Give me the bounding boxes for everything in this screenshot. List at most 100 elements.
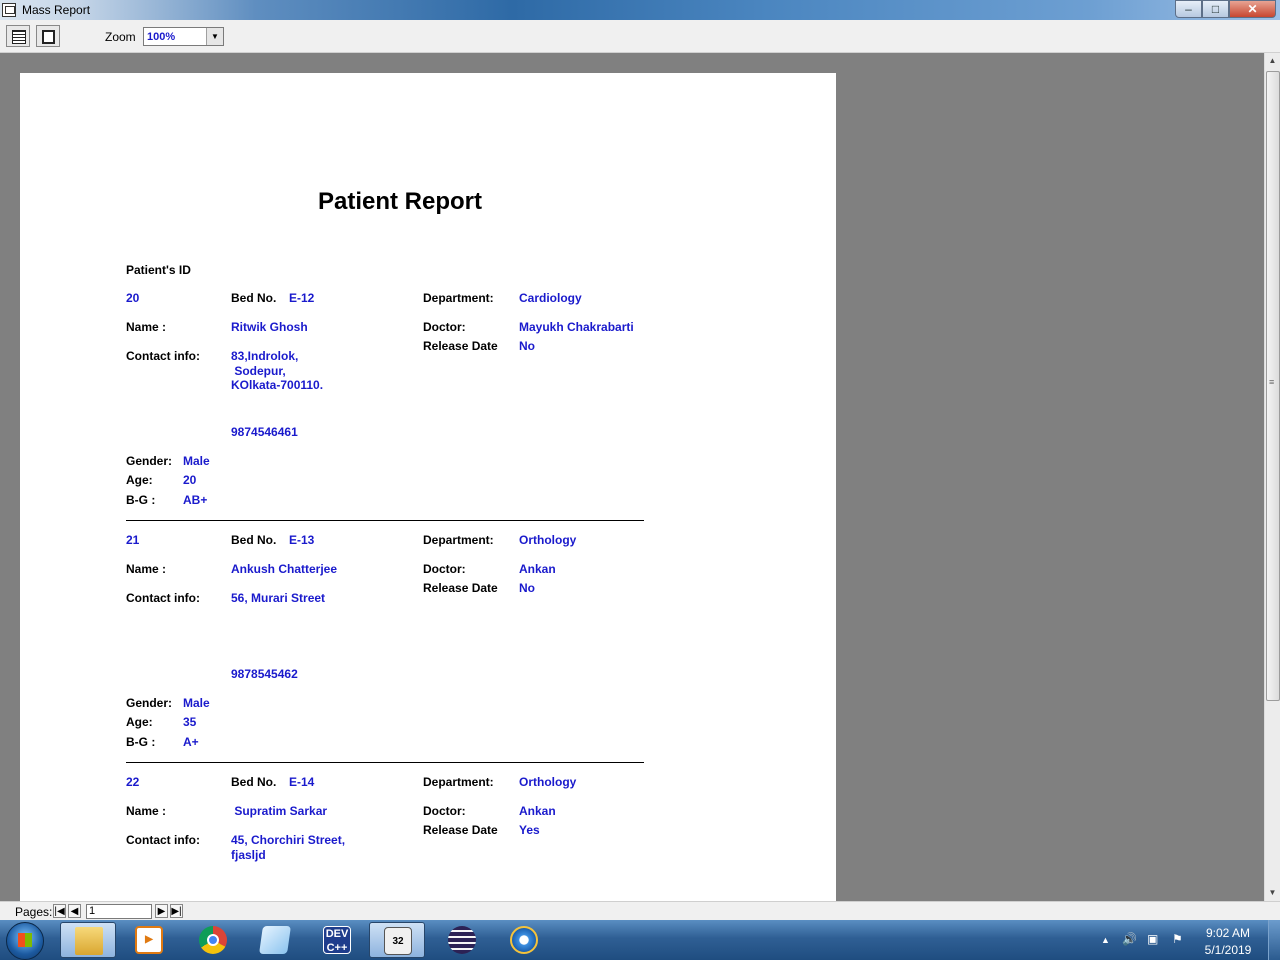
bed-value: E-12 [289,291,315,305]
next-page-icon[interactable]: ▶ [155,904,168,918]
title-bar: Mass Report – □ ✕ [0,0,1280,20]
taskbar: ▶ DEV C++ 32 ▲ 🔊 ▣ ⚑ 9:02 AM 5/1/2019 [0,920,1280,960]
address-value: 45, Chorchiri Street, fjasljd [231,833,346,862]
age-label: Age: [126,473,153,487]
volume-icon[interactable]: 🔊 [1122,932,1137,946]
release-value: Yes [519,823,540,837]
folder-icon [75,927,103,955]
media-player-icon: ▶ [135,926,163,954]
report-title: Patient Report [317,188,482,215]
prev-page-icon[interactable]: ◀ [68,904,81,918]
department-value: Orthology [519,533,577,547]
release-value: No [519,581,535,595]
record-divider [126,520,644,521]
toolbar: Zoom 100% ▼ [0,20,1280,53]
contact-label: Contact info: [126,833,200,847]
doctor-value: Mayukh Chakrabarti [519,320,634,334]
print-button[interactable] [6,25,30,47]
blood-group-label: B-G : [126,735,156,749]
department-value: Cardiology [519,291,582,305]
clock-date[interactable]: 5/1/2019 [1200,943,1256,957]
notes-icon [259,926,291,954]
zoom-label: Zoom [105,30,136,44]
gender-value: Male [183,454,210,468]
release-label: Release Date [423,581,498,595]
age-value: 35 [183,715,197,729]
pagination-bar: Pages: |◀ ◀ 1 ▶ ▶| [0,901,1280,921]
taskbar-devcpp[interactable]: DEV C++ [309,922,365,958]
chevron-down-icon[interactable]: ▼ [206,28,223,45]
devcpp-icon: DEV C++ [323,926,351,954]
show-desktop-button[interactable] [1268,920,1280,960]
vertical-scrollbar[interactable]: ▲ ▼ [1264,53,1280,901]
last-page-icon[interactable]: ▶| [170,904,183,918]
name-value: Ritwik Ghosh [231,320,308,334]
department-label: Department: [423,533,494,547]
tray-expand-icon[interactable]: ▲ [1101,935,1110,945]
window-title: Mass Report [22,3,91,17]
taskbar-sticky-notes[interactable] [247,922,303,958]
address-value: 56, Murari Street [231,591,326,605]
app-icon [2,3,16,17]
action-center-icon[interactable]: ⚑ [1172,932,1183,946]
name-value: Ankush Chatterjee [231,562,338,576]
gender-value: Male [183,696,210,710]
minimize-button[interactable]: – [1175,0,1202,18]
doctor-value: Ankan [519,562,556,576]
page-number-input[interactable]: 1 [86,904,152,919]
taskbar-eclipse[interactable] [434,922,490,958]
department-label: Department: [423,291,494,305]
report-app-icon: 32 [384,927,412,955]
taskbar-internet-explorer[interactable] [496,922,552,958]
chrome-icon [199,926,227,954]
export-button[interactable] [36,25,60,47]
doctor-label: Doctor: [423,320,466,334]
name-label: Name : [126,804,167,818]
taskbar-explorer[interactable] [60,922,116,958]
bed-value: E-14 [289,775,315,789]
maximize-button[interactable]: □ [1202,0,1229,18]
release-value: No [519,339,535,353]
name-label: Name : [126,562,167,576]
address-value: 83,Indrolok, Sodepur, KOlkata-700110. [231,349,324,392]
first-page-icon[interactable]: |◀ [53,904,66,918]
contact-label: Contact info: [126,591,200,605]
doctor-label: Doctor: [423,562,466,576]
bed-label: Bed No. [231,775,277,789]
start-button[interactable] [6,922,44,960]
scroll-up-icon[interactable]: ▲ [1265,53,1280,69]
phone-value: 9874546461 [231,425,298,439]
patient-id: 22 [126,775,140,789]
contact-label: Contact info: [126,349,200,363]
doctor-label: Doctor: [423,804,466,818]
network-icon[interactable]: ▣ [1147,932,1158,946]
release-label: Release Date [423,339,498,353]
zoom-select[interactable]: 100% ▼ [143,27,224,46]
age-label: Age: [126,715,153,729]
taskbar-chrome[interactable] [185,922,241,958]
patient-id-header: Patient's ID [126,263,191,277]
patient-id: 20 [126,291,140,305]
close-button[interactable]: ✕ [1229,0,1276,18]
blood-group-value: A+ [183,735,199,749]
gender-label: Gender: [126,696,173,710]
clock-time[interactable]: 9:02 AM [1200,926,1256,940]
taskbar-report-app[interactable]: 32 [369,922,425,958]
release-label: Release Date [423,823,498,837]
doctor-value: Ankan [519,804,556,818]
zoom-value: 100% [147,31,176,43]
bed-value: E-13 [289,533,315,547]
internet-explorer-icon [510,926,538,954]
scroll-down-icon[interactable]: ▼ [1265,885,1280,901]
printer-icon [12,30,26,44]
gender-label: Gender: [126,454,173,468]
scrollbar-thumb[interactable] [1266,71,1280,701]
blood-group-value: AB+ [183,493,208,507]
report-page: Patient Report Patient's ID 20 Bed No. E… [20,73,836,903]
taskbar-media-player[interactable]: ▶ [121,922,177,958]
export-icon [42,30,55,44]
eclipse-icon [448,926,476,954]
bed-label: Bed No. [231,533,277,547]
age-value: 20 [183,473,197,487]
patient-id: 21 [126,533,140,547]
